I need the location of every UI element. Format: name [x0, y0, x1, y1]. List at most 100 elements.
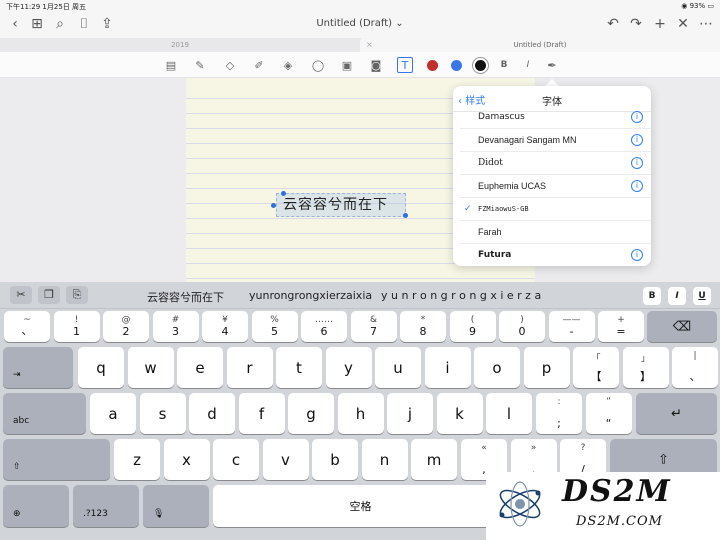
font-options-icon[interactable]: ✒: [544, 57, 560, 73]
info-icon[interactable]: i: [631, 249, 643, 261]
font-row[interactable]: Farah: [460, 221, 651, 244]
key-number-8[interactable]: * 8: [400, 311, 446, 342]
tools-icon[interactable]: ✕: [674, 15, 692, 33]
key-bracket-0[interactable]: 「【: [573, 347, 619, 388]
color-black-swatch[interactable]: [475, 60, 486, 71]
selection-handle-bottom[interactable]: [403, 213, 408, 218]
redo-icon[interactable]: ↷: [627, 15, 645, 33]
key-o[interactable]: o: [474, 347, 520, 388]
key-e[interactable]: e: [177, 347, 223, 388]
suggestion-3[interactable]: y u n r o n g r o n g x i e r z a: [381, 289, 541, 302]
tab-close-icon[interactable]: ×: [366, 38, 373, 52]
font-row[interactable]: Damascus i: [460, 106, 651, 129]
space-key[interactable]: 空格: [213, 485, 508, 527]
key-h[interactable]: h: [337, 393, 384, 434]
italic-button[interactable]: I: [520, 57, 536, 73]
suggestion-1[interactable]: 云容容兮而在下: [147, 289, 224, 305]
key-u[interactable]: u: [375, 347, 421, 388]
image-icon[interactable]: ▣: [339, 57, 355, 73]
key-punct-0[interactable]: :;: [536, 393, 582, 434]
key-j[interactable]: j: [387, 393, 433, 434]
tab-key[interactable]: ⇥: [3, 347, 73, 388]
format-italic-button[interactable]: I: [668, 287, 686, 305]
dictation-key[interactable]: 🎙: [143, 485, 209, 527]
key-z[interactable]: z: [114, 439, 160, 480]
key-number-3[interactable]: #3: [152, 311, 199, 342]
cut-icon[interactable]: ✂: [10, 286, 32, 304]
return-key[interactable]: ↵: [636, 393, 717, 434]
tab-untitled[interactable]: × Untitled (Draft): [360, 38, 720, 52]
key-number-1[interactable]: ! 1: [53, 311, 100, 342]
key-v[interactable]: v: [262, 439, 309, 480]
more-icon[interactable]: ⋯: [697, 15, 715, 33]
font-row[interactable]: Euphemia UCAS i: [460, 175, 651, 198]
key-bracket-2[interactable]: |、: [672, 347, 718, 388]
key-number-6[interactable]: …… 6: [301, 311, 347, 342]
format-underline-button[interactable]: U: [693, 287, 711, 305]
key-b[interactable]: b: [312, 439, 358, 480]
highlighter-icon[interactable]: ✐: [251, 57, 267, 73]
camera-icon[interactable]: ◙: [368, 57, 384, 73]
selection-handle-left[interactable]: [271, 203, 276, 208]
key-y[interactable]: y: [325, 347, 372, 388]
key-r[interactable]: r: [226, 347, 273, 388]
eraser-icon[interactable]: ◇: [222, 57, 238, 73]
key-i[interactable]: i: [424, 347, 471, 388]
read-mode-icon[interactable]: ▤: [163, 57, 179, 73]
key-c[interactable]: c: [213, 439, 259, 480]
key-t[interactable]: t: [276, 347, 322, 388]
text-tool-icon[interactable]: T: [397, 57, 413, 73]
copy-icon[interactable]: ❐: [38, 286, 60, 304]
color-red-swatch[interactable]: [427, 60, 438, 71]
font-row[interactable]: Didot i: [460, 152, 651, 175]
suggestion-2[interactable]: yunrongrongxierzaixia: [249, 289, 372, 302]
key-number-2[interactable]: @2: [103, 311, 149, 342]
key-number-11[interactable]: —— -: [548, 311, 595, 342]
shapes-icon[interactable]: ◈: [280, 57, 296, 73]
key-p[interactable]: p: [523, 347, 570, 388]
key-q[interactable]: q: [78, 347, 124, 388]
handwriting-text-box[interactable]: 云容容兮而在下: [276, 193, 406, 217]
key-f[interactable]: f: [238, 393, 285, 434]
key-number-12[interactable]: + =: [598, 311, 644, 342]
color-blue-swatch[interactable]: [451, 60, 462, 71]
key-d[interactable]: d: [189, 393, 235, 434]
key-g[interactable]: g: [288, 393, 334, 434]
add-icon[interactable]: +: [651, 15, 669, 33]
lasso-icon[interactable]: ◯: [310, 57, 326, 73]
info-icon[interactable]: i: [631, 157, 643, 169]
format-bold-button[interactable]: B: [643, 287, 661, 305]
abc-key[interactable]: abc: [3, 393, 86, 434]
key-a[interactable]: a: [90, 393, 136, 434]
key-s[interactable]: s: [139, 393, 186, 434]
info-icon[interactable]: i: [631, 111, 643, 123]
info-icon[interactable]: i: [631, 180, 643, 192]
key-number-9[interactable]: (9: [449, 311, 496, 342]
key-k[interactable]: k: [436, 393, 483, 434]
font-row[interactable]: ✓ FZMiaowuS-GB: [460, 198, 651, 221]
selection-handle-top[interactable]: [281, 191, 286, 196]
globe-key[interactable]: ⊕: [3, 485, 69, 527]
tab-2019[interactable]: 2019: [0, 38, 360, 52]
key-n[interactable]: n: [361, 439, 408, 480]
key-m[interactable]: m: [411, 439, 457, 480]
key-number-7[interactable]: & 7: [350, 311, 397, 342]
bold-button[interactable]: B: [496, 57, 512, 73]
key-x[interactable]: x: [163, 439, 210, 480]
info-icon[interactable]: i: [631, 134, 643, 146]
shift-left-key[interactable]: ⇧: [3, 439, 110, 480]
key-w[interactable]: w: [127, 347, 174, 388]
numbers-key[interactable]: .?123: [73, 485, 139, 527]
key-number-0[interactable]: ~、: [4, 311, 50, 342]
key-l[interactable]: l: [486, 393, 532, 434]
paste-icon[interactable]: ⎘: [66, 286, 88, 304]
undo-icon[interactable]: ↶: [604, 15, 622, 33]
font-row[interactable]: Devanagari Sangam MN i: [460, 129, 651, 152]
key-number-5[interactable]: % 5: [251, 311, 298, 342]
font-row[interactable]: Futura i: [460, 244, 651, 266]
key-number-10[interactable]: ) 0: [499, 311, 545, 342]
pen-icon[interactable]: ✎: [192, 57, 208, 73]
key-number-4[interactable]: ¥4: [202, 311, 248, 342]
key-bracket-1[interactable]: 」】: [622, 347, 669, 388]
backspace-key[interactable]: ⌫: [647, 311, 717, 342]
